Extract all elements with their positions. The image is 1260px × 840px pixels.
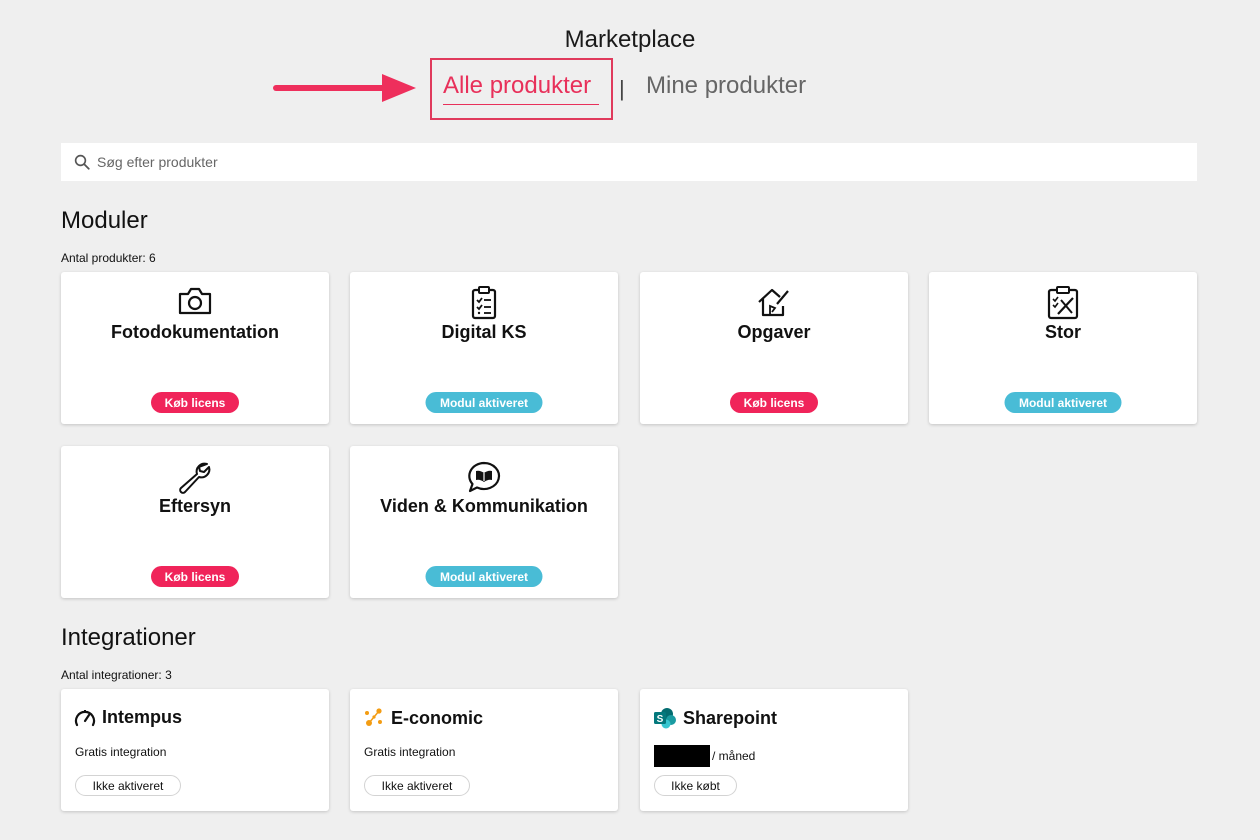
integration-card-sharepoint[interactable]: S Sharepoint / måned Ikke købt (640, 689, 908, 811)
clipboard-checklist-icon (471, 286, 497, 320)
module-card-stor[interactable]: Stor Modul aktiveret (929, 272, 1197, 424)
integration-price-row: / måned (654, 745, 755, 767)
tab-separator: | (619, 76, 625, 101)
camera-icon (178, 287, 212, 315)
integrations-count: Antal integrationer: 3 (61, 668, 172, 682)
tab-mine-produkter[interactable]: Mine produkter (646, 72, 806, 100)
clipboard-tools-icon (1047, 286, 1079, 320)
arrow-right-icon (273, 74, 416, 102)
status-chip[interactable]: Ikke aktiveret (364, 775, 470, 796)
economic-logo-icon (365, 708, 382, 726)
module-activated-badge: Modul aktiveret (425, 566, 543, 587)
modules-count: Antal produkter: 6 (61, 251, 156, 265)
integration-name: E-conomic (391, 707, 484, 728)
integration-price: Gratis integration (75, 745, 167, 759)
tab-active-underline (443, 104, 599, 105)
module-name: Fotodokumentation (111, 322, 279, 342)
module-activated-badge: Modul aktiveret (1004, 392, 1122, 413)
product-tabs: Alle produkter | Mine produkter (0, 58, 1260, 120)
buy-license-button[interactable]: Køb licens (151, 392, 239, 413)
integration-name: Sharepoint (683, 707, 778, 728)
module-card-digital-ks[interactable]: Digital KS Modul aktiveret (350, 272, 618, 424)
module-card-eftersyn[interactable]: Eftersyn Køb licens (61, 446, 329, 598)
tab-alle-produkter[interactable]: Alle produkter (443, 72, 591, 100)
module-name: Viden & Kommunikation (380, 496, 588, 516)
status-chip[interactable]: Ikke købt (654, 775, 737, 796)
module-card-opgaver[interactable]: Opgaver Køb licens (640, 272, 908, 424)
module-card-fotodokumentation[interactable]: Fotodokumentation Køb licens (61, 272, 329, 424)
status-chip[interactable]: Ikke aktiveret (75, 775, 181, 796)
page-title: Marketplace (564, 26, 696, 53)
house-pencil-icon (758, 288, 789, 317)
price-period: / måned (712, 749, 756, 763)
integration-card-intempus[interactable]: Intempus Gratis integration Ikke aktiver… (61, 689, 329, 811)
gauge-icon (74, 709, 96, 726)
buy-license-button[interactable]: Køb licens (151, 566, 239, 587)
chat-book-icon (468, 461, 501, 493)
search-input[interactable] (97, 154, 997, 170)
module-name: Eftersyn (158, 496, 232, 516)
search-icon (74, 154, 90, 170)
svg-text:S: S (657, 714, 664, 725)
wrench-icon (179, 462, 211, 494)
redacted-price (654, 745, 710, 767)
modules-heading: Moduler (61, 207, 148, 234)
sharepoint-logo-icon: S (654, 708, 676, 729)
integrations-heading: Integrationer (61, 624, 196, 651)
integration-price: Gratis integration (364, 745, 456, 759)
integration-name: Intempus (102, 707, 183, 727)
buy-license-button[interactable]: Køb licens (730, 392, 818, 413)
module-card-viden-kommunikation[interactable]: Viden & Kommunikation Modul aktiveret (350, 446, 618, 598)
integration-card-e-conomic[interactable]: E-conomic Gratis integration Ikke aktive… (350, 689, 618, 811)
search-bar[interactable] (61, 143, 1197, 181)
module-activated-badge: Modul aktiveret (425, 392, 543, 413)
module-name: Digital KS (441, 322, 527, 342)
module-name: Opgaver (737, 322, 811, 342)
module-name: Stor (1045, 322, 1081, 342)
